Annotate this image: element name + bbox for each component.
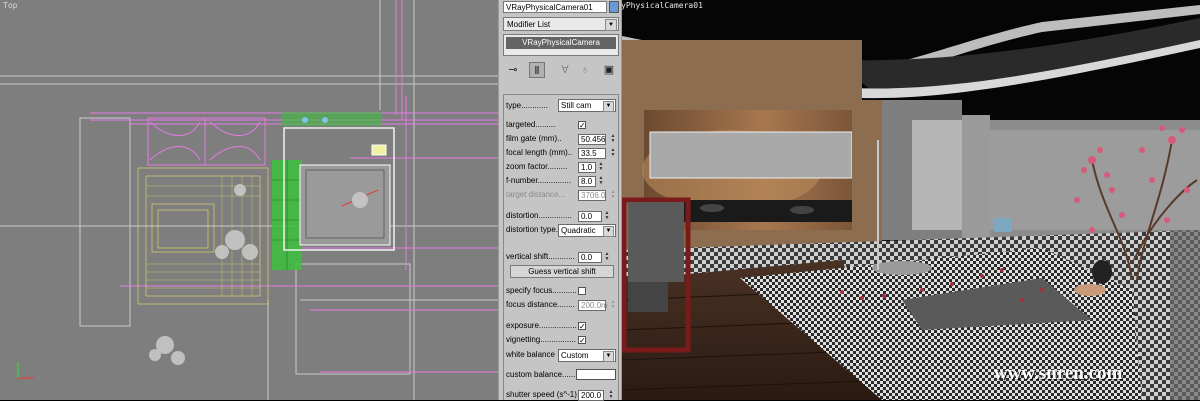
f-number-field[interactable]: 8.0 bbox=[578, 176, 596, 187]
distortion-type-value: Quadratic bbox=[561, 226, 596, 235]
white-balance-label: white balance bbox=[506, 350, 555, 359]
focus-distance-field[interactable]: 200.0m bbox=[578, 300, 608, 311]
focal-length-field[interactable]: 33.5 bbox=[578, 148, 606, 159]
targeted-checkbox[interactable]: ✓ bbox=[578, 121, 586, 130]
focal-length-label: focal length (mm) bbox=[506, 148, 568, 157]
zoom-factor-spinner[interactable]: ▲ ▼ bbox=[598, 162, 604, 173]
watermark: www.snren.com bbox=[994, 363, 1123, 384]
exposure-checkbox[interactable]: ✓ bbox=[578, 322, 586, 331]
distortion-spinner[interactable]: ▲ ▼ bbox=[604, 211, 610, 222]
make-unique-icon[interactable]: ∀ bbox=[557, 62, 573, 78]
film-gate-field[interactable]: 50.456 bbox=[578, 134, 606, 145]
vignetting-label: vignetting bbox=[506, 335, 541, 344]
film-gate-label: film gate (mm) bbox=[506, 134, 558, 143]
exposure-label: exposure bbox=[506, 321, 539, 330]
stack-toolbar: ⊸ Ⅱ ∀ ♁ ▣ bbox=[503, 60, 619, 82]
focus-distance-spinner[interactable]: ▲ ▼ bbox=[610, 300, 616, 311]
chevron-down-icon: ▼ bbox=[605, 19, 617, 31]
top-viewport-wireframe bbox=[0, 0, 498, 400]
shutter-speed-field[interactable]: 200.0 bbox=[578, 390, 604, 401]
vertical-shift-label: vertical shift bbox=[506, 252, 549, 261]
white-balance-dropdown[interactable]: Custom ▼ bbox=[558, 349, 616, 362]
chevron-down-icon: ▼ bbox=[603, 351, 614, 362]
zoom-factor-field[interactable]: 1.0 bbox=[578, 162, 596, 173]
custom-balance-label: custom balance bbox=[506, 370, 563, 379]
f-number-label: f-number bbox=[506, 176, 538, 185]
vertical-shift-field[interactable]: 0.0 bbox=[578, 252, 602, 263]
command-panel: VRayPhysicalCamera01 Modifier List ▼ VRa… bbox=[498, 0, 622, 401]
target-distance-label: target distance bbox=[506, 190, 559, 199]
distortion-type-dropdown[interactable]: Quadratic ▼ bbox=[558, 224, 616, 237]
zoom-factor-label: zoom factor bbox=[506, 162, 548, 171]
modifier-list-dropdown[interactable]: Modifier List ▼ bbox=[503, 17, 619, 31]
distortion-label: distortion bbox=[506, 211, 539, 220]
film-gate-spinner[interactable]: ▲ ▼ bbox=[610, 134, 616, 145]
parameters-rollout: type............ Still cam ▼ targeted....… bbox=[503, 94, 619, 401]
modifier-stack-item[interactable]: VRayPhysicalCamera bbox=[506, 37, 616, 49]
camera-viewport-render bbox=[622, 0, 1200, 400]
type-value: Still cam bbox=[561, 101, 592, 110]
viewport-label-top[interactable]: Top bbox=[3, 1, 17, 10]
shutter-speed-spinner[interactable]: ▲ ▼ bbox=[608, 390, 614, 401]
guess-vertical-shift-button[interactable]: Guess vertical shift bbox=[510, 265, 614, 278]
show-end-result-icon[interactable]: Ⅱ bbox=[529, 62, 545, 78]
specify-focus-label: specify focus bbox=[506, 286, 553, 295]
target-distance-field[interactable]: 3706.0 bbox=[578, 190, 606, 201]
pin-stack-icon[interactable]: ⊸ bbox=[505, 62, 521, 78]
specify-focus-checkbox[interactable] bbox=[578, 287, 586, 295]
focal-length-spinner[interactable]: ▲ ▼ bbox=[610, 148, 616, 159]
viewport-label-camera[interactable]: yPhysicalCamera01 bbox=[622, 1, 703, 10]
type-label: type bbox=[506, 101, 522, 110]
target-distance-spinner[interactable]: ▲ ▼ bbox=[610, 190, 616, 201]
custom-balance-swatch[interactable] bbox=[576, 369, 616, 380]
object-color-swatch[interactable] bbox=[609, 1, 619, 13]
modifier-stack: VRayPhysicalCamera bbox=[503, 34, 619, 56]
targeted-label: targeted bbox=[506, 120, 536, 129]
configure-sets-icon[interactable]: ▣ bbox=[601, 62, 617, 78]
chevron-down-icon: ▼ bbox=[603, 226, 614, 237]
type-dropdown[interactable]: Still cam ▼ bbox=[558, 99, 616, 112]
modifier-list-label: Modifier List bbox=[507, 20, 551, 29]
focus-distance-label: focus distance bbox=[506, 300, 558, 309]
white-balance-value: Custom bbox=[561, 351, 589, 360]
f-number-spinner[interactable]: ▲ ▼ bbox=[598, 176, 604, 187]
camera-viewport[interactable]: yPhysicalCamera01 bbox=[622, 0, 1200, 400]
vignetting-checkbox[interactable]: ✓ bbox=[578, 336, 586, 345]
vertical-shift-spinner[interactable]: ▲ ▼ bbox=[604, 252, 610, 263]
object-name-field[interactable]: VRayPhysicalCamera01 bbox=[503, 1, 607, 13]
remove-modifier-icon[interactable]: ♁ bbox=[577, 62, 593, 78]
distortion-type-label: distortion type bbox=[506, 225, 556, 234]
top-viewport[interactable]: Top bbox=[0, 0, 498, 400]
chevron-down-icon: ▼ bbox=[603, 101, 614, 112]
shutter-speed-label: shutter speed (s^-1) bbox=[506, 390, 577, 399]
distortion-field[interactable]: 0.0 bbox=[578, 211, 602, 222]
